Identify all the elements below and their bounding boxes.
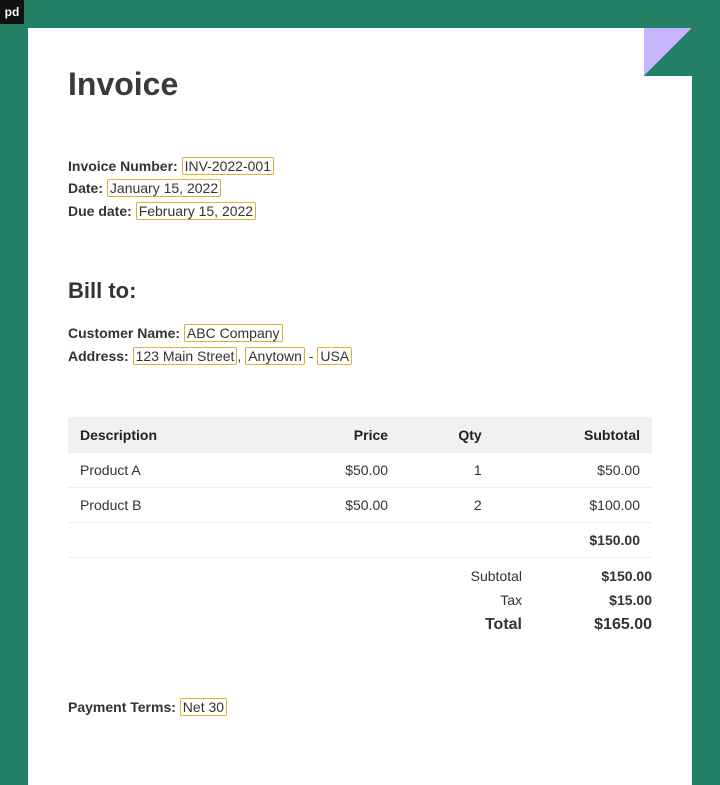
table-total-row: $150.00 [68, 522, 652, 557]
invoice-number-label: Invoice Number: [68, 158, 178, 174]
summary-subtotal-label: Subtotal [392, 568, 562, 584]
brand-logo: pd [0, 0, 24, 24]
summary-block: Subtotal $150.00 Tax $15.00 Total $165.0… [68, 568, 652, 634]
cell-description: Product A [68, 453, 268, 488]
table-total-value: $150.00 [68, 522, 652, 557]
summary-tax-label: Tax [392, 592, 562, 608]
summary-tax-value: $15.00 [562, 592, 652, 608]
cell-subtotal: $100.00 [494, 487, 652, 522]
date-label: Date: [68, 180, 103, 196]
invoice-meta: Invoice Number: INV-2022-001 Date: Janua… [68, 155, 652, 222]
address-street[interactable]: 123 Main Street [133, 347, 238, 365]
invoice-number-value[interactable]: INV-2022-001 [182, 157, 274, 175]
bill-to-heading: Bill to: [68, 278, 652, 304]
summary-total-label: Total [392, 616, 562, 634]
col-subtotal: Subtotal [494, 417, 652, 453]
due-date-value[interactable]: February 15, 2022 [136, 202, 256, 220]
customer-name-value[interactable]: ABC Company [184, 324, 283, 342]
summary-tax: Tax $15.00 [392, 592, 652, 608]
address-country[interactable]: USA [317, 347, 352, 365]
table-row: Product A $50.00 1 $50.00 [68, 453, 652, 488]
date-value[interactable]: January 15, 2022 [107, 179, 221, 197]
cell-qty: 2 [400, 487, 494, 522]
col-description: Description [68, 417, 268, 453]
cell-price: $50.00 [268, 487, 400, 522]
payment-terms-label: Payment Terms: [68, 699, 176, 715]
cell-price: $50.00 [268, 453, 400, 488]
customer-name-label: Customer Name: [68, 325, 180, 341]
cell-qty: 1 [400, 453, 494, 488]
due-date-label: Due date: [68, 203, 132, 219]
col-price: Price [268, 417, 400, 453]
address-label: Address: [68, 348, 129, 364]
payment-terms: Payment Terms: Net 30 [68, 696, 652, 718]
address-city[interactable]: Anytown [245, 347, 305, 365]
table-row: Product B $50.00 2 $100.00 [68, 487, 652, 522]
summary-total: Total $165.00 [392, 616, 652, 634]
cell-description: Product B [68, 487, 268, 522]
invoice-page: Invoice Invoice Number: INV-2022-001 Dat… [28, 28, 692, 785]
payment-terms-value[interactable]: Net 30 [180, 698, 227, 716]
cell-subtotal: $50.00 [494, 453, 652, 488]
summary-subtotal-value: $150.00 [562, 568, 652, 584]
bill-to-section: Bill to: Customer Name: ABC Company Addr… [68, 278, 652, 367]
summary-total-value: $165.00 [562, 616, 652, 634]
page-title: Invoice [68, 66, 652, 103]
page-fold-corner [644, 28, 692, 76]
line-items-table: Description Price Qty Subtotal Product A… [68, 417, 652, 558]
col-qty: Qty [400, 417, 494, 453]
summary-subtotal: Subtotal $150.00 [392, 568, 652, 584]
table-header-row: Description Price Qty Subtotal [68, 417, 652, 453]
